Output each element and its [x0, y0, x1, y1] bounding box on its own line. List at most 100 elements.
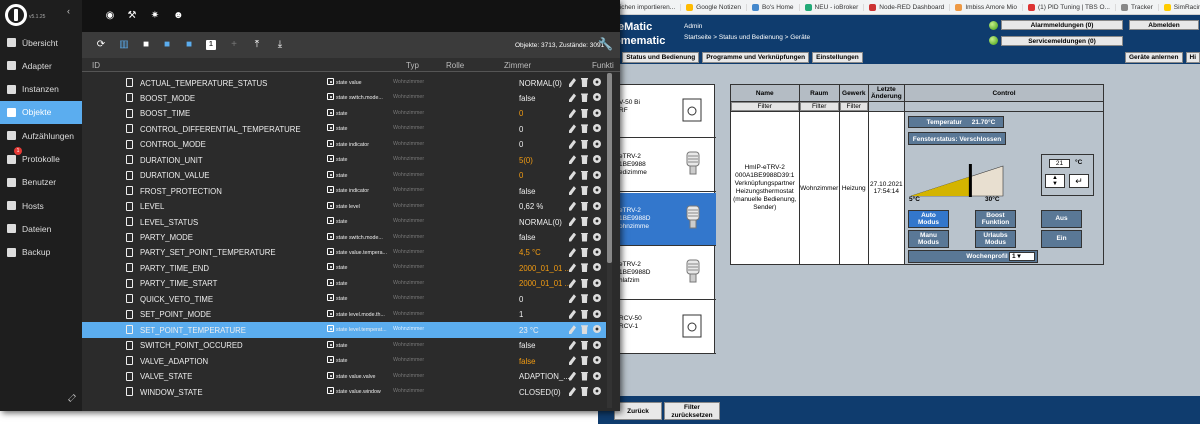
object-value[interactable]: 0: [519, 125, 569, 134]
nav-settings[interactable]: Einstellungen: [812, 51, 863, 63]
edit-icon[interactable]: [569, 108, 576, 118]
delete-icon[interactable]: [581, 232, 588, 242]
logout-button[interactable]: Abmelden: [1129, 20, 1199, 30]
edit-icon[interactable]: [569, 232, 576, 242]
off-button[interactable]: Aus: [1041, 210, 1082, 228]
alarm-messages-button[interactable]: Alarmmeldungen (0): [1001, 20, 1123, 30]
object-value[interactable]: 5(0): [519, 156, 569, 165]
table-row[interactable]: LEVEL state level Wohnzimmer 0,62 %: [82, 199, 606, 215]
col-id[interactable]: ID: [92, 61, 100, 70]
enter-icon[interactable]: ↵: [1069, 174, 1089, 188]
filter-trade-button[interactable]: Filter: [839, 102, 868, 111]
delete-icon[interactable]: [581, 170, 588, 180]
object-value[interactable]: false: [519, 94, 569, 103]
delete-icon[interactable]: [581, 93, 588, 103]
delete-icon[interactable]: [581, 371, 588, 381]
help-button[interactable]: Hi: [1185, 51, 1200, 63]
device-list-item[interactable]: RCV-50 RCV-1: [617, 301, 716, 354]
edit-icon[interactable]: [569, 93, 576, 103]
gear-icon[interactable]: [593, 247, 601, 256]
table-row[interactable]: PARTY_TIME_START state Wohnzimmer 2000_01_0…: [82, 276, 606, 292]
object-value[interactable]: 2000_01_01 ...: [519, 279, 569, 288]
table-row[interactable]: SWITCH_POINT_OCCURED state Wohnzimmer false: [82, 338, 606, 354]
gear-icon[interactable]: [593, 278, 601, 287]
edit-icon[interactable]: [569, 124, 576, 134]
sidebar-item-backup[interactable]: Backup: [0, 241, 82, 264]
edit-icon[interactable]: [569, 155, 576, 165]
auto-mode-button[interactable]: Auto Modus: [908, 210, 949, 228]
delete-icon[interactable]: [581, 155, 588, 165]
object-value[interactable]: 0: [519, 295, 569, 304]
col-role[interactable]: Rolle: [446, 61, 464, 70]
bookmark-item[interactable]: Google Notizen: [681, 3, 747, 11]
object-value[interactable]: false: [519, 357, 569, 366]
edit-icon[interactable]: [569, 217, 576, 227]
gear-icon[interactable]: [593, 217, 601, 226]
bookmark-item[interactable]: Tracker: [1116, 3, 1159, 11]
object-value[interactable]: ADAPTION_...: [519, 372, 569, 381]
reset-filter-button[interactable]: Filter zurücksetzen: [664, 402, 720, 420]
bookmark-item[interactable]: SimRacing: [1159, 3, 1200, 11]
teach-devices-button[interactable]: Geräte anlernen: [1125, 51, 1183, 63]
col-type[interactable]: Typ: [406, 61, 419, 70]
device-list-item[interactable]: V-50 Bi RF: [617, 85, 716, 138]
table-row[interactable]: DURATION_UNIT state Wohnzimmer 5(0): [82, 152, 606, 168]
delete-icon[interactable]: [581, 108, 588, 118]
delete-icon[interactable]: [581, 78, 588, 87]
bookmark-item[interactable]: Bo's Home: [747, 3, 800, 11]
delete-icon[interactable]: [581, 263, 588, 273]
nav-programs[interactable]: Programme und Verknüpfungen: [702, 51, 810, 63]
upload-icon[interactable]: ⤒: [252, 40, 262, 50]
edit-icon[interactable]: [569, 263, 576, 273]
scrollbar-thumb[interactable]: [607, 73, 612, 263]
gear-icon[interactable]: [593, 371, 601, 380]
up-down-icon[interactable]: ▲ ▼: [1045, 174, 1065, 188]
gear-icon[interactable]: [593, 124, 601, 133]
add-icon[interactable]: +: [229, 40, 239, 50]
table-row[interactable]: ACTUAL_TEMPERATURE_STATUS state value Wohn…: [82, 75, 606, 91]
table-row[interactable]: VALVE_STATE state value.valve Wohnzimmer AD…: [82, 369, 606, 385]
level-icon[interactable]: 1: [206, 40, 216, 50]
sidebar-item-objekte[interactable]: Objekte: [0, 100, 82, 124]
object-value[interactable]: 23 °C: [519, 326, 569, 335]
edit-icon[interactable]: [569, 387, 576, 396]
columns-icon[interactable]: ▥: [119, 40, 129, 50]
bookmark-item[interactable]: Node-RED Dashboard: [864, 3, 951, 11]
table-row[interactable]: CONTROL_MODE state indicator Wohnzimmer 0: [82, 137, 606, 153]
sidebar-item-protokolle[interactable]: 1 Protokolle: [0, 146, 82, 171]
sidebar-item-benutzer[interactable]: Benutzer: [0, 171, 82, 194]
delete-icon[interactable]: [581, 201, 588, 211]
gear-icon[interactable]: [593, 78, 601, 86]
gear-icon[interactable]: [593, 309, 601, 318]
folder-open-icon[interactable]: ■: [162, 40, 172, 50]
delete-icon[interactable]: [581, 340, 588, 350]
table-row[interactable]: QUICK_VETO_TIME state Wohnzimmer 0: [82, 291, 606, 307]
gear-icon[interactable]: [593, 186, 601, 195]
table-row[interactable]: BOOST_MODE state switch.mode... Wohnzimmer…: [82, 90, 606, 106]
edit-icon[interactable]: [569, 186, 576, 196]
delete-icon[interactable]: [581, 294, 588, 304]
object-value[interactable]: 2000_01_01 ...: [519, 264, 569, 273]
table-row[interactable]: VALVE_ADAPTION state Wohnzimmer false: [82, 353, 606, 369]
gear-icon[interactable]: [593, 201, 601, 210]
edit-icon[interactable]: [569, 247, 576, 257]
edit-icon[interactable]: [569, 139, 576, 149]
wrench-icon[interactable]: ⚒: [127, 11, 137, 21]
edit-icon[interactable]: [569, 325, 576, 335]
edit-icon[interactable]: [569, 278, 576, 288]
wrench-icon[interactable]: 🔧: [598, 38, 613, 50]
service-messages-button[interactable]: Servicemeldungen (0): [1001, 36, 1123, 46]
edit-icon[interactable]: [569, 309, 576, 319]
edit-icon[interactable]: [68, 394, 76, 402]
holiday-mode-button[interactable]: Urlaubs Modus: [975, 230, 1016, 248]
delete-icon[interactable]: [581, 247, 588, 257]
table-row[interactable]: CONTROL_DIFFERENTIAL_TEMPERATURE state Woh…: [82, 121, 606, 137]
delete-icon[interactable]: [581, 309, 588, 319]
filter-name-button[interactable]: Filter: [731, 102, 799, 111]
sidebar-item-aufzählungen[interactable]: Aufzählungen: [0, 124, 82, 147]
table-row[interactable]: PARTY_MODE state switch.mode... Wohnzimmer…: [82, 230, 606, 246]
brightness-icon[interactable]: ✷: [150, 11, 160, 21]
gear-icon[interactable]: [593, 263, 601, 272]
download-icon[interactable]: ⤓: [275, 40, 285, 50]
delete-icon[interactable]: [581, 124, 588, 134]
